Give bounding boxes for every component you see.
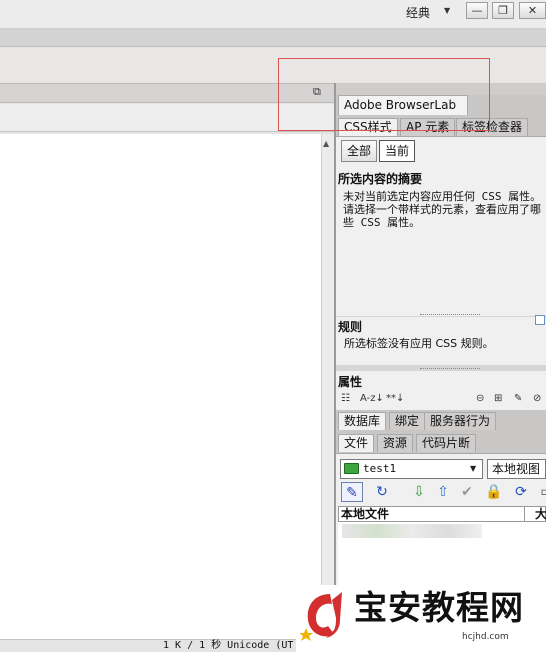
edit-rule-icon[interactable]: ✎	[514, 391, 522, 407]
minimize-button[interactable]: —	[466, 2, 488, 19]
put-files-icon[interactable]: ⇧	[432, 482, 454, 502]
set-properties-icon[interactable]: **↓	[386, 391, 404, 407]
close-button[interactable]: ✕	[519, 2, 546, 19]
highlight-rectangle	[278, 58, 490, 131]
watermark-url: hcjhd.com	[462, 632, 509, 642]
alpha-view-icon[interactable]: A-z↓	[360, 391, 384, 407]
status-text: 1 K / 1 秒 Unicode (UT	[163, 640, 294, 651]
workspace-switcher[interactable]: 经典	[402, 4, 434, 22]
rules-heading: 规则	[338, 320, 363, 334]
current-mode-button[interactable]: 当前	[379, 140, 416, 162]
files-toolbar: ✎ ↻ ⇩ ⇧ ✔ 🔒 ⟳ ▭	[338, 482, 546, 504]
check-in-icon[interactable]: 🔒	[483, 482, 505, 502]
tab-bindings[interactable]: 绑定	[389, 412, 426, 430]
refresh-icon[interactable]: ↻	[371, 482, 393, 502]
watermark-logo-icon	[300, 592, 342, 641]
attach-stylesheet-icon[interactable]: ⊝	[476, 391, 484, 407]
properties-heading: 属性	[338, 375, 363, 389]
column-size[interactable]: 大	[524, 506, 546, 522]
file-row-obscured[interactable]	[342, 524, 482, 538]
document-canvas[interactable]	[0, 134, 321, 639]
restore-button[interactable]: ❐	[492, 2, 514, 19]
connect-icon[interactable]: ✎	[341, 482, 363, 502]
tab-server-behaviors[interactable]: 服务器行为	[424, 412, 497, 430]
rules-text: 所选标签没有应用 CSS 规则。	[344, 337, 494, 350]
site-folder-icon	[344, 463, 359, 474]
chevron-down-icon[interactable]: ▼	[444, 6, 450, 15]
view-select[interactable]: 本地视图	[487, 459, 546, 479]
title-bar	[0, 0, 546, 29]
summary-text: 未对当前选定内容应用任何 CSS 属性。请选择一个带样式的元素，查看应用了哪些 …	[343, 190, 542, 229]
tab-databases[interactable]: 数据库	[338, 412, 387, 430]
tab-files[interactable]: 文件	[338, 434, 375, 452]
pane-resize-handle[interactable]	[420, 368, 480, 370]
properties-toolbar: ☷ A-z↓ **↓ ⊝ ⊞ ✎ ⊘	[338, 391, 546, 407]
chevron-down-icon[interactable]: ▼	[470, 464, 476, 473]
scroll-up-icon[interactable]: ▲	[323, 139, 329, 148]
menu-strip	[0, 29, 546, 47]
new-rule-icon[interactable]: ⊞	[494, 391, 502, 407]
disable-rule-icon[interactable]: ⊘	[533, 391, 541, 407]
expand-icon[interactable]: ▭	[536, 482, 546, 502]
synchronize-icon[interactable]: ⟳	[510, 482, 532, 502]
tab-snippets[interactable]: 代码片断	[416, 434, 477, 452]
summary-heading: 所选内容的摘要	[338, 172, 423, 186]
rule-info-icon[interactable]	[535, 315, 545, 325]
get-files-icon[interactable]: ⇩	[408, 482, 430, 502]
category-view-icon[interactable]: ☷	[341, 391, 350, 407]
column-local-files[interactable]: 本地文件	[341, 506, 389, 522]
document-scrollbar[interactable]	[321, 134, 334, 639]
site-select[interactable]: test1	[340, 459, 483, 479]
all-mode-button[interactable]: 全部	[341, 140, 378, 162]
check-out-icon[interactable]: ✔	[456, 482, 478, 502]
pane-resize-handle[interactable]	[420, 314, 480, 316]
tab-assets[interactable]: 资源	[377, 434, 414, 452]
watermark-title: 宝安教程网	[354, 588, 524, 627]
